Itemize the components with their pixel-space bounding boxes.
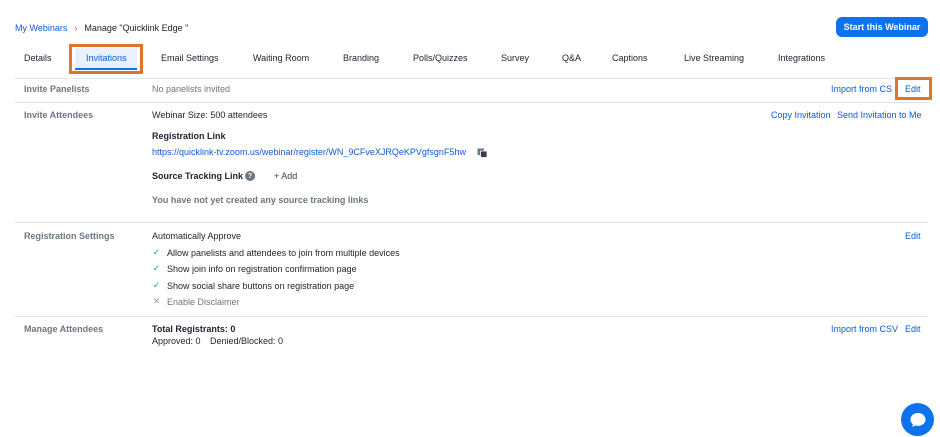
check-icon: ✓ (152, 247, 161, 257)
chevron-right-icon: › (74, 23, 78, 33)
tab-waiting-room[interactable]: Waiting Room (253, 53, 309, 63)
divider (15, 316, 928, 317)
tab-details[interactable]: Details (24, 53, 52, 63)
tab-qa[interactable]: Q&A (562, 53, 581, 63)
tab-captions[interactable]: Captions (612, 53, 648, 63)
tab-email-settings[interactable]: Email Settings (161, 53, 219, 63)
edit-panelists-link[interactable]: Edit (905, 84, 921, 94)
copy-invitation-link[interactable]: Copy Invitation (771, 110, 831, 120)
edit-registration-link[interactable]: Edit (905, 231, 921, 241)
option-text: Show join info on registration confirmat… (167, 263, 357, 274)
add-tracking-link-button[interactable]: + Add (274, 171, 297, 181)
tab-invitations-label: Invitations (86, 53, 127, 63)
tab-bar: Details Invitations Email Settings Waiti… (0, 44, 940, 74)
import-panelists-link[interactable]: Import from CS (831, 84, 892, 94)
close-icon: ✕ (152, 296, 161, 306)
panelists-status: No panelists invited (152, 84, 231, 94)
divider (15, 78, 928, 79)
list-item: ✕ Enable Disclaimer (152, 296, 240, 307)
check-icon: ✓ (152, 263, 161, 273)
send-invitation-link[interactable]: Send Invitation to Me (837, 110, 922, 120)
divider (15, 222, 928, 223)
option-text: Allow panelists and attendees to join fr… (167, 247, 400, 258)
source-tracking-label: Source Tracking Link (152, 171, 244, 181)
tab-polls-quizzes[interactable]: Polls/Quizzes (413, 53, 468, 63)
edit-attendees-link[interactable]: Edit (905, 324, 921, 334)
start-webinar-button[interactable]: Start this Webinar (836, 17, 928, 37)
no-tracking-links-text: You have not yet created any source trac… (152, 195, 369, 205)
tab-branding[interactable]: Branding (343, 53, 379, 63)
webinar-size: Webinar Size: 500 attendees (152, 110, 268, 120)
registration-settings-label: Registration Settings (24, 231, 115, 241)
denied-count: Denied/Blocked: 0 (210, 336, 284, 346)
tab-survey[interactable]: Survey (501, 53, 529, 63)
list-item: ✓ Show join info on registration confirm… (152, 263, 357, 274)
check-icon: ✓ (152, 280, 161, 290)
list-item: ✓ Show social share buttons on registrat… (152, 280, 354, 291)
help-icon[interactable]: ? (245, 171, 255, 181)
chat-bubble-icon (910, 412, 925, 427)
option-text: Enable Disclaimer (167, 296, 240, 307)
divider (15, 102, 928, 103)
breadcrumb-current: Manage "Quicklink Edge " (84, 23, 189, 33)
manage-attendees-label: Manage Attendees (24, 324, 104, 334)
copy-icon[interactable] (477, 148, 488, 158)
invite-panelists-label: Invite Panelists (24, 84, 90, 94)
approval-setting: Automatically Approve (152, 231, 242, 241)
tab-integrations[interactable]: Integrations (778, 53, 825, 63)
breadcrumb: My Webinars › Manage "Quicklink Edge " (15, 22, 188, 34)
approved-count: Approved: 0 (152, 336, 201, 346)
total-registrants: Total Registrants: 0 (152, 324, 236, 334)
invite-attendees-label: Invite Attendees (24, 110, 94, 120)
registration-link-label: Registration Link (152, 131, 226, 141)
chat-icon[interactable] (901, 403, 934, 436)
import-attendees-link[interactable]: Import from CSV (831, 324, 898, 334)
breadcrumb-my-webinars-link[interactable]: My Webinars (15, 23, 67, 33)
tab-live-streaming[interactable]: Live Streaming (684, 53, 744, 63)
option-text: Show social share buttons on registratio… (167, 280, 355, 291)
registration-url[interactable]: https://quicklink-tv.zoom.us/webinar/reg… (152, 147, 466, 157)
list-item: ✓ Allow panelists and attendees to join … (152, 247, 400, 258)
